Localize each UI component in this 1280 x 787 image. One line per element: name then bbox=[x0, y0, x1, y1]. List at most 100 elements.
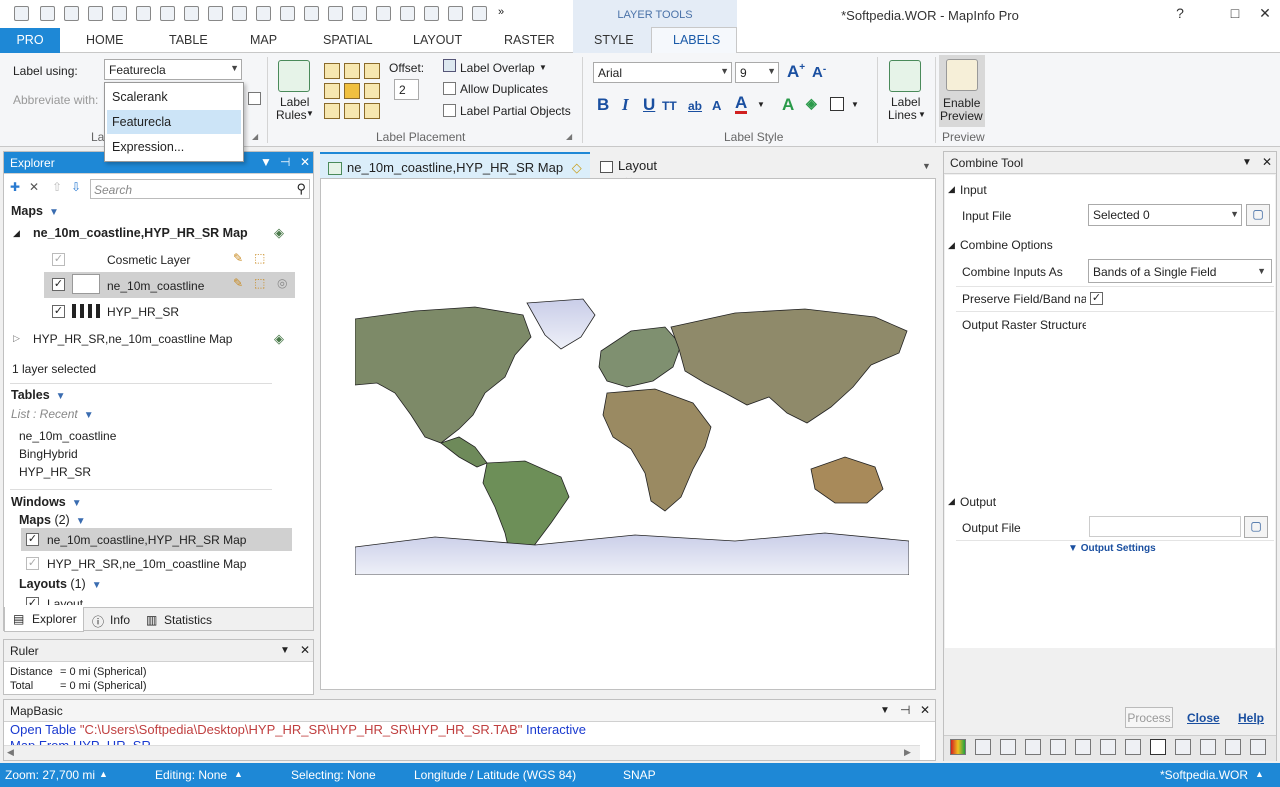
layers-tool-icon[interactable] bbox=[1175, 739, 1191, 755]
placement-top-center-icon[interactable] bbox=[344, 63, 360, 79]
hyp-layer-checkbox[interactable]: ✓ bbox=[52, 305, 65, 318]
label-lines-line2[interactable]: Lines bbox=[888, 108, 917, 122]
table-icon[interactable] bbox=[424, 6, 439, 21]
combine-as-combo[interactable]: Bands of a Single Field ▼ bbox=[1088, 259, 1272, 283]
cut-icon[interactable] bbox=[256, 6, 271, 21]
move-down-icon[interactable]: ⇩ bbox=[71, 180, 81, 194]
snap-status[interactable]: SNAP bbox=[623, 768, 656, 782]
layer-name[interactable]: HYP_HR_SR bbox=[107, 305, 179, 319]
windows-maps-header[interactable]: Maps (2) ▼ bbox=[19, 513, 86, 527]
tab-map-window[interactable]: ne_10m_coastline,HYP_HR_SR Map ◇ ✕ bbox=[320, 152, 590, 191]
label-rules-line2[interactable]: Rules bbox=[276, 108, 307, 122]
tables-section-header[interactable]: Tables ▼ bbox=[11, 388, 66, 402]
edit-icon[interactable]: ✎ bbox=[233, 276, 243, 290]
output-settings-toggle[interactable]: ▼ Output Settings bbox=[1068, 543, 1156, 554]
chart-tool-icon[interactable] bbox=[1025, 739, 1041, 755]
halo-icon[interactable]: A bbox=[782, 95, 794, 115]
tab-raster[interactable]: RASTER bbox=[504, 33, 555, 47]
collapse-icon[interactable]: ◢ bbox=[948, 496, 955, 507]
close-link[interactable]: Close bbox=[1187, 711, 1220, 725]
save-icon[interactable] bbox=[64, 6, 79, 21]
tab-spatial[interactable]: SPATIAL bbox=[323, 33, 373, 47]
zoom-range-icon[interactable]: ◎ bbox=[277, 276, 287, 290]
layer-control-icon[interactable]: ◈ bbox=[274, 331, 284, 347]
move-up-icon[interactable]: ⇧ bbox=[52, 180, 62, 194]
help-link[interactable]: Help bbox=[1238, 711, 1264, 725]
dialog-launcher-icon[interactable]: ◢ bbox=[252, 132, 258, 141]
panel-menu-icon[interactable]: ▼ bbox=[1242, 157, 1252, 168]
spacing-icon[interactable]: ab bbox=[688, 99, 702, 113]
window-checkbox[interactable]: ✓ bbox=[26, 533, 39, 546]
dropdown-item-selected[interactable]: Featurecla bbox=[107, 110, 241, 134]
search-input[interactable]: Search ⚲ bbox=[90, 179, 310, 199]
scroll-right-icon[interactable]: ▶ bbox=[904, 747, 911, 758]
horizontal-scrollbar[interactable]: ◀ ▶ bbox=[4, 745, 920, 760]
panel-menu-icon[interactable]: ▼ bbox=[880, 705, 890, 716]
shrink-font-icon[interactable]: A- bbox=[812, 64, 826, 81]
list-recent-filter[interactable]: List : Recent ▼ bbox=[11, 407, 94, 421]
list-icon[interactable] bbox=[400, 6, 415, 21]
paste-icon[interactable] bbox=[304, 6, 319, 21]
add-icon[interactable]: ✚ bbox=[10, 180, 20, 194]
browse-input-icon[interactable]: ▢ bbox=[1246, 204, 1270, 226]
pin-icon[interactable]: ⊣ bbox=[280, 155, 290, 169]
maps-section-header[interactable]: Maps ▼ bbox=[11, 204, 59, 218]
abbreviate-checkbox[interactable] bbox=[248, 92, 261, 105]
bold-icon[interactable]: B bbox=[597, 95, 609, 115]
search-icon[interactable]: ⚲ bbox=[296, 181, 306, 197]
raster-tool-icon[interactable] bbox=[950, 739, 966, 755]
help-icon[interactable]: ? bbox=[1165, 5, 1195, 21]
editing-status[interactable]: Editing: None bbox=[155, 768, 227, 782]
label-overlap-button[interactable]: Label Overlap bbox=[460, 61, 535, 75]
toolbox-icon[interactable] bbox=[448, 6, 463, 21]
world-map[interactable] bbox=[355, 297, 909, 575]
table-item[interactable]: ne_10m_coastline bbox=[19, 429, 116, 443]
placement-top-right-icon[interactable] bbox=[364, 63, 380, 79]
panel-menu-icon[interactable]: ▼ bbox=[280, 645, 290, 656]
tab-style[interactable]: STYLE bbox=[573, 28, 651, 53]
close-icon[interactable]: ✕ bbox=[300, 155, 310, 169]
pin-icon[interactable]: ⊣ bbox=[900, 703, 910, 717]
browser-icon[interactable] bbox=[136, 6, 151, 21]
scroll-left-icon[interactable]: ◀ bbox=[7, 747, 14, 758]
placement-middle-left-icon[interactable] bbox=[324, 83, 340, 99]
projection-status[interactable]: Longitude / Latitude (WGS 84) bbox=[414, 768, 576, 782]
input-file-combo[interactable]: Selected 0 ▼ bbox=[1088, 204, 1242, 226]
chevron-up-icon[interactable]: ▲ bbox=[234, 769, 243, 779]
filter-tool-icon[interactable] bbox=[1075, 739, 1091, 755]
zoom-status[interactable]: Zoom: 27,700 mi bbox=[5, 768, 95, 782]
graph-icon[interactable] bbox=[160, 6, 175, 21]
combine-options-header[interactable]: Combine Options bbox=[960, 238, 1053, 252]
label-partial-objects-checkbox[interactable] bbox=[443, 104, 456, 117]
placement-center-icon[interactable] bbox=[344, 83, 360, 99]
tab-layout-window[interactable]: Layout ✕ bbox=[592, 152, 694, 188]
tab-home[interactable]: HOME bbox=[86, 33, 124, 47]
cosmetic-layer-checkbox[interactable]: ✓ bbox=[52, 253, 65, 266]
windows-layouts-header[interactable]: Layouts (1) ▼ bbox=[19, 577, 102, 591]
layer-name[interactable]: ne_10m_coastline bbox=[107, 279, 204, 293]
expand-icon[interactable]: A bbox=[712, 98, 721, 113]
table-item[interactable]: HYP_HR_SR bbox=[19, 465, 91, 479]
preserve-checkbox[interactable]: ✓ bbox=[1090, 292, 1103, 305]
window-item[interactable]: ne_10m_coastline,HYP_HR_SR Map bbox=[47, 533, 246, 547]
label-lines-icon[interactable] bbox=[889, 60, 921, 92]
close-button[interactable]: ✕ bbox=[1250, 5, 1280, 22]
map-icon[interactable] bbox=[112, 6, 127, 21]
map1-node[interactable]: ne_10m_coastline,HYP_HR_SR Map bbox=[33, 226, 248, 240]
chevron-up-icon[interactable]: ▲ bbox=[99, 769, 108, 779]
window-icon[interactable] bbox=[472, 6, 487, 21]
selecting-status[interactable]: Selecting: None bbox=[291, 768, 376, 782]
map2-node[interactable]: HYP_HR_SR,ne_10m_coastline Map bbox=[33, 332, 232, 346]
dropdown-item[interactable]: Scalerank bbox=[107, 85, 241, 109]
grow-font-icon[interactable]: A+ bbox=[787, 62, 805, 82]
open-icon[interactable] bbox=[40, 6, 55, 21]
window-item[interactable]: HYP_HR_SR,ne_10m_coastline Map bbox=[47, 557, 246, 571]
placement-middle-right-icon[interactable] bbox=[364, 83, 380, 99]
font-size-combo[interactable]: 9 ▼ bbox=[735, 62, 779, 83]
redo-icon[interactable] bbox=[352, 6, 367, 21]
maximize-button[interactable]: □ bbox=[1220, 5, 1250, 21]
chevron-up-icon[interactable]: ▲ bbox=[1255, 769, 1264, 779]
info-tool-icon[interactable] bbox=[975, 739, 991, 755]
resize-tool-icon[interactable] bbox=[1125, 739, 1141, 755]
more-icon[interactable]: » bbox=[498, 6, 504, 18]
